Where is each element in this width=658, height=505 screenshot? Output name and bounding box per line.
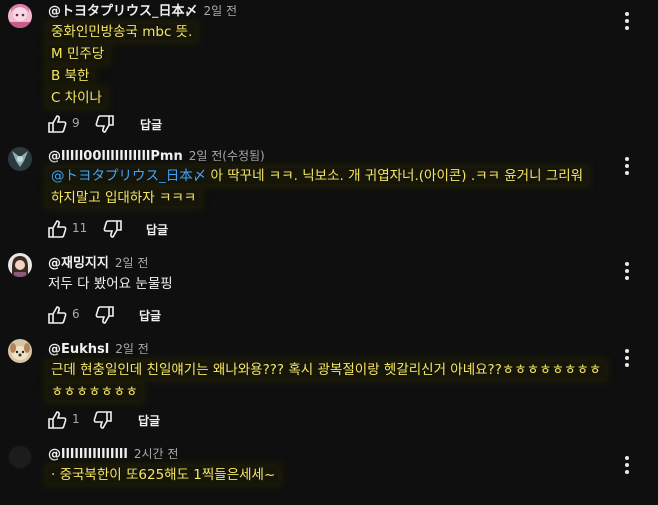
thumbs-up-icon[interactable] [46, 409, 68, 431]
anime-avatar-icon [8, 4, 32, 28]
comment-line: 중화인민방송국 mbc 뜻. [48, 24, 196, 40]
comment-text: @トヨタプリウス_日本〆 아 딱꾸네 ㅋㅋ. 닉보소. 개 귀엽자너.(아이콘)… [48, 165, 587, 209]
reply-button[interactable]: 답글 [138, 412, 160, 429]
mention-link[interactable]: @トヨタプリウス_日本〆 [51, 168, 206, 184]
comment-header: @lllllllllllllll 2시간 전 [48, 446, 178, 463]
comment-text: · 중국북한이 또625해도 1찍들은세세~ [48, 464, 279, 486]
comment-line: B 북한 [48, 68, 93, 84]
dark-avatar-icon [8, 445, 32, 469]
thumbs-down-icon[interactable] [94, 304, 116, 326]
more-actions-icon[interactable] [620, 456, 634, 476]
reply-button[interactable]: 답글 [140, 116, 162, 133]
comment-line: · 중국북한이 또625해도 1찍들은세세~ [48, 467, 279, 483]
thumbs-down-icon[interactable] [94, 113, 116, 135]
more-actions-icon[interactable] [620, 157, 634, 177]
timestamp[interactable]: 2일 전 [204, 4, 238, 18]
comment-header: @재밍지지 2일 전 [48, 255, 148, 272]
comment-header: @トヨタプリウス_日本〆 2일 전 [48, 3, 237, 20]
avatar[interactable] [8, 339, 32, 363]
avatar[interactable] [8, 147, 32, 171]
author-name[interactable]: @lllllllllllllll [48, 447, 128, 462]
comment-line: 아 딱꾸네 ㅋㅋ. 닉보소. 개 귀엽자너.(아이콘) .ㅋㅋ 윤거니 그리워 [206, 168, 584, 184]
comment-actions: 1 답글 [46, 409, 246, 431]
timestamp[interactable]: 2일 전 [115, 342, 149, 356]
comment-line: 하지말고 입대하자 ㅋㅋㅋ [48, 190, 200, 206]
more-actions-icon[interactable] [620, 262, 634, 282]
like-count: 9 [72, 116, 80, 130]
avatar[interactable] [8, 445, 32, 469]
thumbs-up-icon[interactable] [46, 304, 68, 326]
reply-button[interactable]: 답글 [146, 221, 168, 238]
comment-line: 저두 다 봤어요 눈물핑 [48, 276, 173, 292]
thumbs-down-icon[interactable] [102, 218, 124, 240]
author-name[interactable]: @Eukhsl [48, 342, 109, 357]
comment-text: 저두 다 봤어요 눈물핑 [48, 273, 173, 295]
thumbs-up-icon[interactable] [46, 218, 68, 240]
comment-header: @lllll00lllllllllllPmn 2일 전(수정됨) [48, 148, 265, 165]
timestamp[interactable]: 2일 전(수정됨) [189, 149, 265, 163]
timestamp[interactable]: 2시간 전 [134, 447, 179, 461]
comment-text: 중화인민방송국 mbc 뜻. M 민주당 B 북한 C 차이나 [48, 21, 196, 109]
author-name[interactable]: @lllll00lllllllllllPmn [48, 149, 183, 164]
author-name[interactable]: @재밍지지 [48, 256, 109, 271]
comment-actions: 6 답글 [46, 304, 246, 326]
comment-actions: 11 답글 [46, 218, 246, 240]
comment-text: 근데 현충일인데 친일얘기는 왜나와용??? 혹시 광복절이랑 헷갈리신거 아녜… [48, 359, 605, 403]
comment-line: ㅎㅎㅎㅎㅎㅎㅎ [48, 384, 141, 400]
avatar[interactable] [8, 4, 32, 28]
thumbs-up-icon[interactable] [46, 113, 68, 135]
like-count: 11 [72, 221, 88, 235]
avatar[interactable] [8, 253, 32, 277]
like-count: 1 [72, 412, 80, 426]
reply-button[interactable]: 답글 [139, 307, 161, 324]
like-count: 6 [72, 307, 80, 321]
person-avatar-icon [8, 253, 32, 277]
comment-line: 근데 현충일인데 친일얘기는 왜나와용??? 혹시 광복절이랑 헷갈리신거 아녜… [48, 362, 605, 378]
character-avatar-icon [8, 147, 32, 171]
more-actions-icon[interactable] [620, 12, 634, 32]
comment-line: C 차이나 [48, 90, 105, 106]
comment-line: M 민주당 [48, 46, 108, 62]
timestamp[interactable]: 2일 전 [115, 256, 149, 270]
comment-header: @Eukhsl 2일 전 [48, 341, 149, 358]
comment-actions: 9 답글 [46, 113, 246, 135]
thumbs-down-icon[interactable] [92, 409, 114, 431]
more-actions-icon[interactable] [620, 349, 634, 369]
author-name[interactable]: @トヨタプリウス_日本〆 [48, 4, 198, 19]
puppy-avatar-icon [8, 339, 32, 363]
